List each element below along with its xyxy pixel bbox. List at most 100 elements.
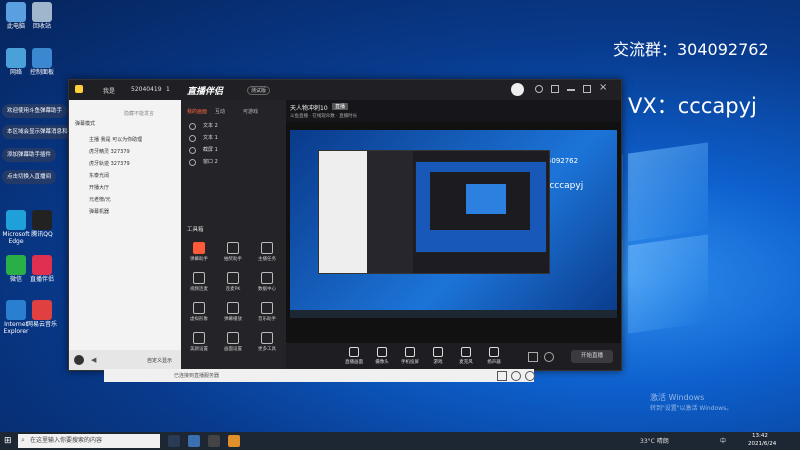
maximize-icon[interactable] <box>583 85 591 93</box>
desktop-icon[interactable]: 控制面板 <box>22 48 62 76</box>
eye-icon[interactable] <box>189 123 196 130</box>
app-icon[interactable] <box>208 435 220 447</box>
toolbox-label: 工具箱 <box>187 227 204 233</box>
bottom-tool-icon <box>433 347 443 357</box>
video-icon[interactable] <box>497 371 507 381</box>
settings-icon[interactable] <box>535 85 543 93</box>
bottom-tool[interactable]: 游戏 <box>428 347 448 365</box>
tool-icon <box>193 242 205 254</box>
screenshot-icon[interactable] <box>525 371 535 381</box>
tool-label: 弹幕助手 <box>190 257 208 262</box>
tool-item[interactable]: 画面设置 <box>221 332 245 352</box>
settings-gear-icon[interactable] <box>544 352 554 362</box>
bottom-tool-icon <box>349 347 359 357</box>
bottom-tool-label: 麦克风 <box>459 360 473 365</box>
room-title: 天人物冲刺10 <box>290 105 328 112</box>
bottom-tool[interactable]: 直播画面 <box>344 347 364 365</box>
tool-item[interactable]: 美颜设置 <box>187 332 211 352</box>
bottom-tool-label: 直播画面 <box>345 360 363 365</box>
tool-label: 美颜设置 <box>190 347 208 352</box>
danmaku-row[interactable]: 元老榜/元 <box>89 196 111 203</box>
danmaku-row[interactable]: 主播 我是 可以为你助理 <box>89 136 142 143</box>
eye-icon[interactable] <box>189 147 196 154</box>
start-icon[interactable]: ⊞ <box>4 436 12 446</box>
record-icon[interactable] <box>511 371 521 381</box>
danmaku-row[interactable]: 虎牙轨迹 327379 <box>89 160 130 167</box>
watermark-line1: 激活 Windows <box>650 393 705 402</box>
desktop-icon[interactable]: 直播伴侣 <box>22 255 62 283</box>
minimize-icon[interactable] <box>567 89 575 91</box>
tool-label: 连麦PK <box>225 287 241 292</box>
tool-item[interactable]: 抽奖助手 <box>221 242 245 262</box>
close-icon[interactable]: × <box>599 82 607 93</box>
scene-item[interactable]: 截屏 1 <box>203 146 218 153</box>
desktop-icon[interactable]: 网易云音乐 <box>22 300 62 328</box>
danmaku-row[interactable]: 虎牙精灵 327379 <box>89 148 130 155</box>
scene-item[interactable]: 文本 1 <box>203 134 218 141</box>
weather-text[interactable]: 33°C 晴朗 <box>640 436 669 445</box>
bottom-tool-label: 摄像头 <box>375 360 389 365</box>
desktop-icon-label: 网易云音乐 <box>26 321 57 328</box>
tool-item[interactable]: 弹幕播放 <box>221 302 245 322</box>
vx-text: VX：cccapyj <box>628 94 757 118</box>
lang-indicator[interactable]: 中 <box>720 436 726 445</box>
tool-label: 画面设置 <box>224 347 242 352</box>
task-view-icon[interactable] <box>188 435 200 447</box>
eye-icon[interactable] <box>189 159 196 166</box>
custom-display[interactable]: 自定义显示 <box>147 357 172 364</box>
live-companion-taskbar-icon[interactable] <box>228 435 240 447</box>
mode-label: 弹幕模式 <box>75 121 96 127</box>
tool-item[interactable]: 弹幕助手 <box>187 242 211 262</box>
desktop-icon-label: 回收站 <box>32 23 51 30</box>
panel-header[interactable]: 隐藏不能发言 <box>124 110 154 117</box>
clock-date[interactable]: 2021/6/24 <box>748 441 776 447</box>
menu-icon[interactable] <box>551 85 559 93</box>
desktop-icon-image <box>32 2 52 22</box>
fans-count: 1 <box>166 86 170 93</box>
mic-icon[interactable] <box>74 355 84 365</box>
bottom-tool[interactable]: 麦克风 <box>456 347 476 365</box>
tool-item[interactable]: 音乐助手 <box>255 302 279 322</box>
tab-1[interactable]: 互动 <box>215 108 225 115</box>
tool-item[interactable]: 主播任务 <box>255 242 279 262</box>
tool-label: 音乐助手 <box>258 317 276 322</box>
search-icon: ⌕ <box>21 436 25 444</box>
desktop-icon[interactable]: 回收站 <box>22 2 62 30</box>
desktop-icon[interactable]: 腾讯QQ <box>22 210 62 238</box>
avatar[interactable] <box>511 83 524 96</box>
danmaku-row[interactable]: 东泰光阔 <box>89 172 109 179</box>
volume-icon[interactable]: ◀ <box>91 356 96 364</box>
title-bar: 我是 52040419 1 直播伴侣 测试版 × <box>69 80 621 100</box>
scene-item[interactable]: 窗口 2 <box>203 158 218 165</box>
scene-item[interactable]: 文本 2 <box>203 122 218 129</box>
search-input[interactable]: 在这里输入你要搜索的内容 <box>18 434 160 448</box>
tool-icon <box>261 332 273 344</box>
tool-item[interactable]: 视频连麦 <box>187 272 211 292</box>
camera-icon[interactable] <box>528 352 538 362</box>
tool-item[interactable]: 数据中心 <box>255 272 279 292</box>
status-text: 已连接到直播服务器 <box>174 373 220 379</box>
danmaku-panel: 隐藏不能发言 弹幕模式 主播 我是 可以为你助理 虎牙精灵 327379 虎牙轨迹 … <box>69 100 181 370</box>
bottom-tool[interactable]: 手机投屏 <box>400 347 420 365</box>
live-companion-window: 我是 52040419 1 直播伴侣 测试版 × 隐藏不能发言 弹幕模式 主播 … <box>68 79 622 371</box>
watermark-line2: 转到"设置"以激活 Windows。 <box>650 405 733 412</box>
tool-item[interactable]: 更多工具 <box>255 332 279 352</box>
desktop-icon-image <box>32 48 52 68</box>
tab-0[interactable]: 我的画面 <box>187 108 207 115</box>
cortana-icon[interactable] <box>168 435 180 447</box>
qq-group-text: 交流群：304092762 <box>613 40 769 59</box>
tab-2[interactable]: 可游戏 <box>243 108 258 115</box>
bottom-tool[interactable]: 摄像头 <box>372 347 392 365</box>
tool-icon <box>193 272 205 284</box>
start-live-button[interactable]: 开始直播 <box>571 350 613 363</box>
eye-icon[interactable] <box>189 135 196 142</box>
bottom-tool[interactable]: 扬声器 <box>484 347 504 365</box>
notice-item[interactable]: 点击切换入直播间 <box>2 170 57 184</box>
bottom-tool-label: 手机投屏 <box>401 360 419 365</box>
clock-time[interactable]: 13:42 <box>752 433 768 439</box>
tool-item[interactable]: 虚拟形象 <box>187 302 211 322</box>
danmaku-row[interactable]: 弹幕机器 <box>89 208 109 215</box>
tool-icon <box>227 302 239 314</box>
tool-item[interactable]: 连麦PK <box>221 272 245 292</box>
danmaku-row[interactable]: 开播大厅 <box>89 184 109 191</box>
